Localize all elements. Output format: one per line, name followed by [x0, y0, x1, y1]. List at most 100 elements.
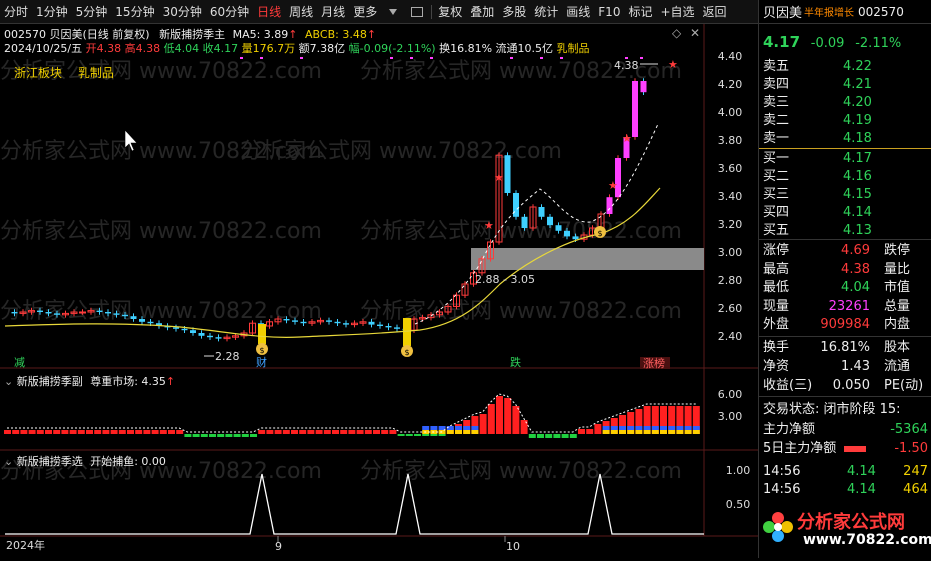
sub1-stack — [668, 430, 676, 434]
overlay-button[interactable]: 叠加 — [466, 0, 498, 24]
multi-stock-button[interactable]: 多股 — [498, 0, 530, 24]
ask-price: 4.22 — [843, 59, 872, 74]
tab-more[interactable]: 更多 — [349, 0, 381, 24]
tab-5min[interactable]: 5分钟 — [72, 0, 112, 24]
money-bag-icon: $ — [401, 345, 413, 357]
peak-label: 4.38 — [614, 59, 639, 72]
stat-label-right: 跌停 — [884, 243, 911, 258]
watermark-layer: 分析家公式网 www.70822.com 分析家公式网 www.70822.co… — [0, 59, 682, 484]
stat-row: 现量 23261 总量 — [763, 298, 928, 316]
chart-area[interactable]: 分析家公式网 www.70822.com 分析家公式网 www.70822.co… — [0, 24, 758, 558]
sector-tag[interactable]: 浙江板块 — [14, 66, 62, 80]
sub1-bar — [241, 434, 249, 437]
bid-level: 买四 4.14 — [763, 204, 928, 222]
candle-body — [521, 216, 528, 228]
stats-button[interactable]: 统计 — [530, 0, 562, 24]
sub1-stack — [643, 426, 651, 430]
sub1-bar — [307, 430, 315, 434]
event-die[interactable]: 跌 — [510, 355, 521, 369]
chevron-down-icon[interactable]: ⌄ — [4, 455, 13, 468]
mark-button[interactable]: 标记 — [624, 0, 656, 24]
quote-panel: 贝因美 半年报增长 002570 4.17 -0.09 -2.11% 卖五 4.2… — [758, 0, 931, 558]
bid-label: 买三 — [763, 187, 790, 202]
stat-value: 909984 — [820, 317, 870, 332]
star-icon: ★ — [608, 179, 618, 192]
stat-row: 收益(三) 0.050 PE(动) — [763, 377, 928, 395]
section-divider — [759, 336, 931, 337]
back-button[interactable]: 返回 — [699, 0, 731, 24]
candle-body — [640, 81, 647, 93]
tab-fenshi[interactable]: 分时 — [0, 0, 32, 24]
sub1-bar — [405, 434, 413, 436]
sub1-stack — [627, 426, 635, 430]
sub2-axis: 1.00 0.50 — [726, 464, 751, 511]
candle-body — [572, 236, 579, 240]
candle-body — [79, 311, 86, 314]
kline-chart[interactable]: 分析家公式网 www.70822.com 分析家公式网 www.70822.co… — [0, 24, 758, 558]
close-icon[interactable]: ✕ — [690, 26, 700, 40]
sub1-bar — [36, 430, 44, 434]
stat-value: 0.050 — [832, 378, 870, 393]
support-zone — [471, 248, 704, 270]
candle-body — [54, 313, 60, 315]
money-bag-icon: $ — [256, 343, 268, 355]
bar-amount: 额7.38亿 — [298, 42, 346, 55]
sub1-bar — [356, 430, 364, 434]
bar-volume: 量176.7万 — [241, 42, 296, 55]
chevron-down-icon[interactable]: ⌄ — [4, 375, 13, 388]
bar-sector: 乳制品 — [556, 42, 590, 55]
marker-dot — [560, 57, 563, 59]
f10-button[interactable]: F10 — [594, 0, 624, 24]
tab-daily[interactable]: 日线 — [253, 0, 285, 24]
candle-body — [122, 314, 128, 317]
tab-monthly[interactable]: 月线 — [317, 0, 349, 24]
stat-value: 16.81% — [820, 340, 870, 355]
sub1-bar — [561, 434, 569, 438]
sub1-bar — [340, 430, 348, 434]
sub2-name[interactable]: 新版捕捞季选 — [17, 455, 83, 468]
candle-body — [173, 327, 179, 329]
sub1-bar — [225, 434, 233, 437]
price-tick: 2.40 — [718, 330, 743, 343]
bid-level: 买二 4.16 — [763, 168, 928, 186]
bid-price: 4.15 — [843, 187, 872, 202]
ask-label: 卖四 — [763, 77, 790, 92]
tab-30min[interactable]: 30分钟 — [159, 0, 206, 24]
sub1-stack — [660, 426, 667, 430]
event-zhangbang[interactable]: 涨榜 — [643, 356, 665, 370]
main-flow5-value: -1.50 — [894, 441, 928, 456]
industry-tag[interactable]: 乳制品 — [78, 66, 114, 80]
window-icon[interactable] — [408, 3, 426, 21]
sub1-bar — [233, 434, 241, 437]
sub1-stack — [676, 426, 684, 430]
candle-body — [105, 312, 111, 314]
sub1-bar — [94, 430, 102, 434]
sub1-bar — [594, 424, 602, 434]
tab-60min[interactable]: 60分钟 — [206, 0, 253, 24]
fuquan-button[interactable]: 复权 — [434, 0, 466, 24]
stat-label-right: PE(动) — [884, 378, 924, 393]
signal-bar — [258, 324, 266, 344]
candle-body — [538, 207, 545, 217]
ask-level: 卖一 4.18 — [763, 130, 928, 148]
sub1-bar — [553, 434, 561, 438]
flower-logo-icon — [763, 512, 793, 542]
chevron-down-icon[interactable] — [384, 3, 402, 21]
section-divider — [759, 396, 931, 397]
sub1-name[interactable]: 新版捕捞季副 — [17, 375, 83, 388]
sub1-histogram — [4, 396, 700, 438]
tab-1min[interactable]: 1分钟 — [32, 0, 72, 24]
add-watchlist-button[interactable]: +自选 — [656, 0, 698, 24]
tab-weekly[interactable]: 周线 — [285, 0, 317, 24]
period-toolbar: 分时 1分钟 5分钟 15分钟 30分钟 60分钟 日线 周线 月线 更多 复权… — [0, 0, 758, 24]
diamond-icon[interactable]: ◇ — [672, 26, 681, 40]
stock-name: 贝因美 — [763, 6, 803, 21]
sub1-bar — [389, 430, 397, 434]
tab-15min[interactable]: 15分钟 — [111, 0, 158, 24]
event-jian[interactable]: 减 — [14, 356, 25, 369]
watermark-text: 分析家公式网 www.70822.com — [360, 459, 682, 484]
event-cai[interactable]: 财 — [256, 355, 267, 369]
sub1-bar — [69, 430, 77, 434]
sub1-bar — [315, 430, 323, 434]
draw-line-button[interactable]: 画线 — [562, 0, 594, 24]
